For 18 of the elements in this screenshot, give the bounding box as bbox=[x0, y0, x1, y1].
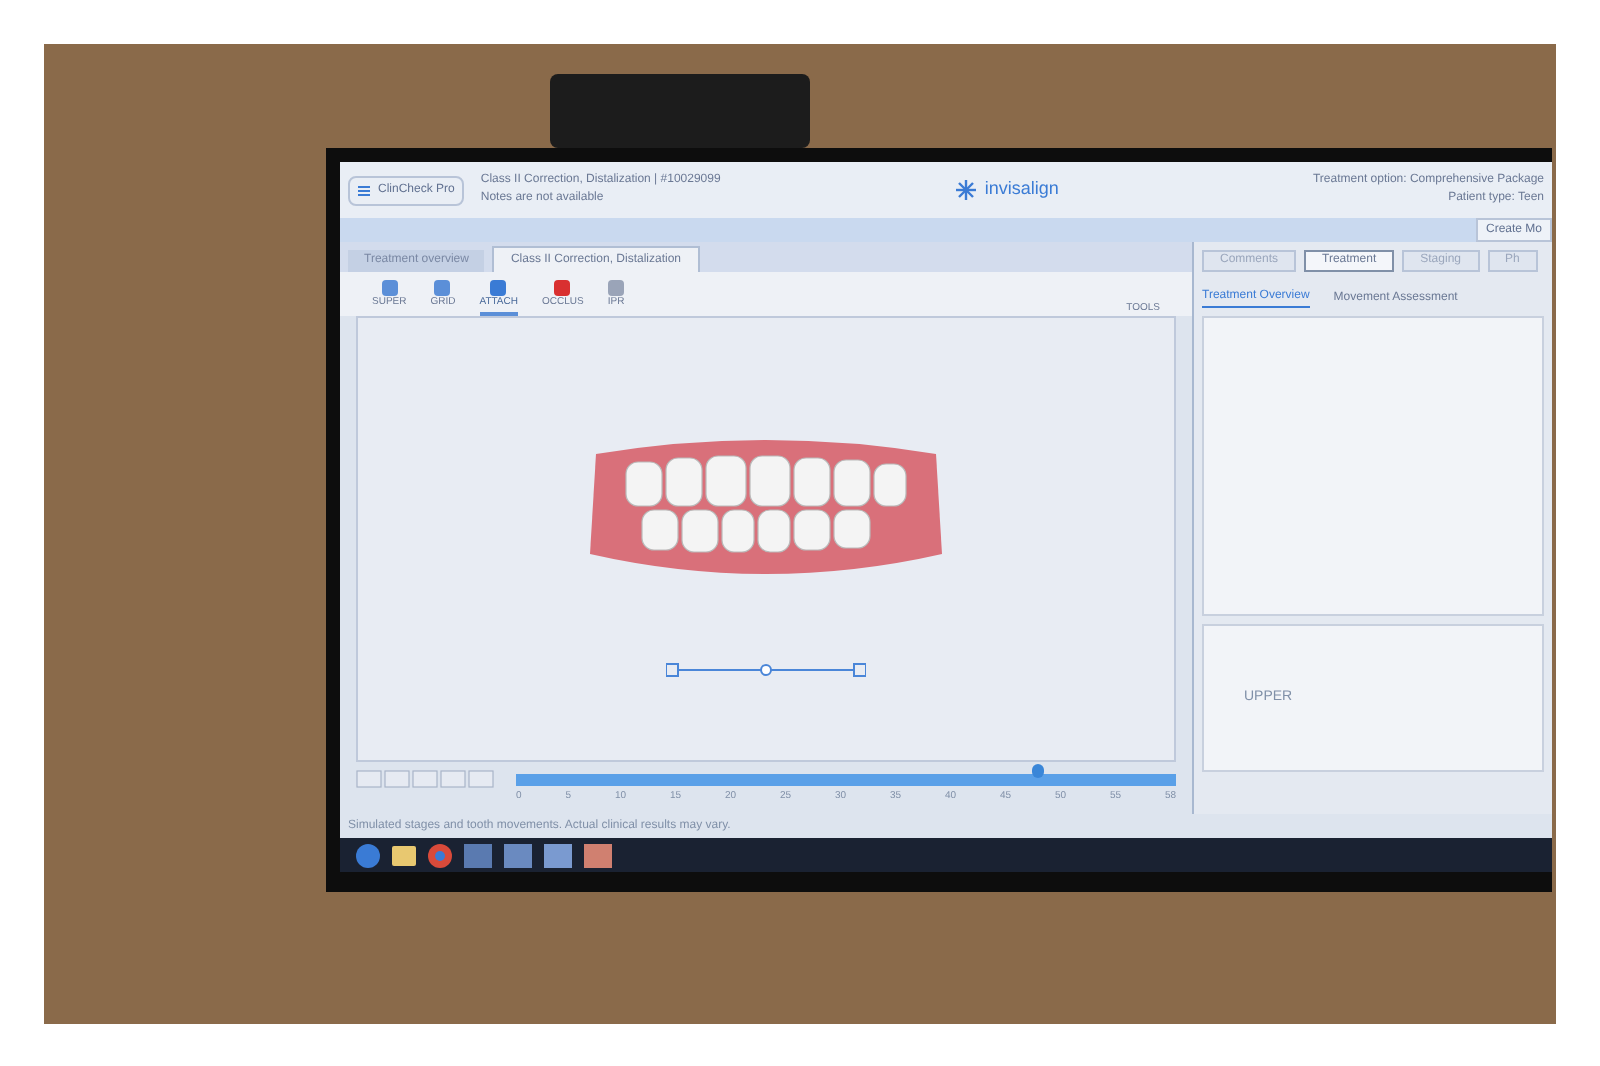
tool-icon bbox=[608, 279, 625, 295]
tool-icon bbox=[381, 279, 398, 295]
app-icon[interactable] bbox=[544, 843, 572, 867]
brand-name: invisalign bbox=[984, 176, 1059, 203]
stage-marker[interactable] bbox=[1031, 764, 1044, 778]
tool-icon bbox=[554, 279, 571, 295]
zoom-slider-icon bbox=[666, 662, 866, 678]
start-icon[interactable] bbox=[356, 843, 380, 867]
folder-icon[interactable] bbox=[392, 845, 416, 865]
tool-icon bbox=[490, 279, 507, 295]
app-icon[interactable] bbox=[584, 843, 612, 867]
playback-controls-icon bbox=[356, 770, 500, 788]
tool-icon bbox=[434, 279, 451, 295]
app-icon[interactable] bbox=[464, 843, 492, 867]
browser-icon[interactable] bbox=[428, 843, 452, 867]
menu-icon bbox=[358, 185, 370, 195]
app-icon[interactable] bbox=[504, 843, 532, 867]
logo-icon bbox=[956, 180, 977, 200]
